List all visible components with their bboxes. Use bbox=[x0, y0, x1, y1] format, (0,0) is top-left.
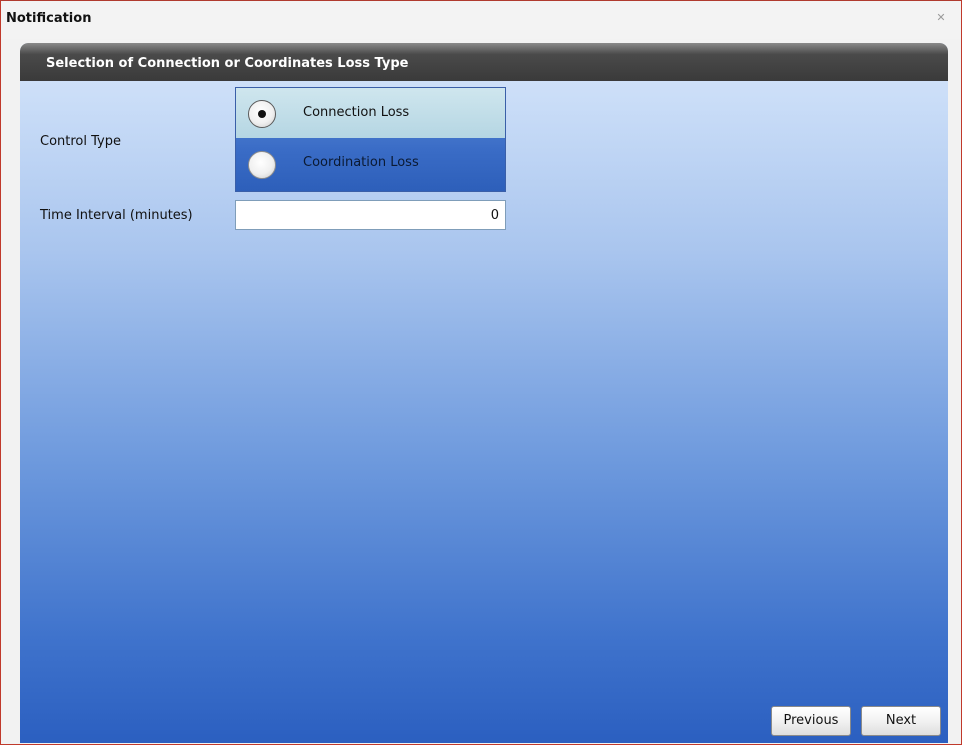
next-button[interactable]: Next bbox=[861, 706, 941, 736]
close-icon[interactable]: ✕ bbox=[935, 12, 947, 24]
previous-button[interactable]: Previous bbox=[771, 706, 851, 736]
radio-option-connection-loss[interactable]: Connection Loss bbox=[236, 88, 505, 138]
radio-unchecked-icon[interactable] bbox=[248, 151, 276, 179]
radio-option-coordination-loss[interactable]: Coordination Loss bbox=[236, 141, 505, 191]
radio-label-connection-loss: Connection Loss bbox=[303, 105, 410, 120]
title-bar[interactable]: Notification ✕ bbox=[1, 1, 961, 39]
wizard-panel: Selection of Connection or Coordinates L… bbox=[20, 43, 948, 743]
radio-dot-icon bbox=[258, 110, 266, 118]
notification-window: Notification ✕ Selection of Connection o… bbox=[0, 0, 962, 745]
panel-header-title: Selection of Connection or Coordinates L… bbox=[46, 56, 409, 71]
radio-checked-icon[interactable] bbox=[248, 100, 276, 128]
control-type-label: Control Type bbox=[40, 134, 121, 149]
radio-label-coordination-loss: Coordination Loss bbox=[303, 155, 419, 170]
time-interval-input[interactable] bbox=[235, 200, 506, 230]
panel-header: Selection of Connection or Coordinates L… bbox=[20, 43, 948, 81]
control-type-radio-group: Connection Loss Coordination Loss bbox=[235, 87, 506, 192]
window-title: Notification bbox=[6, 11, 92, 26]
time-interval-label: Time Interval (minutes) bbox=[40, 208, 193, 223]
